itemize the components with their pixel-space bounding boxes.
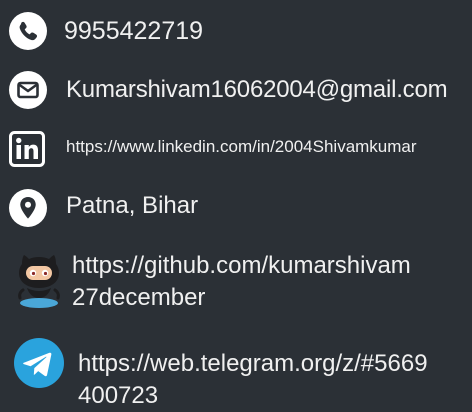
linkedin-icon xyxy=(9,131,45,167)
location-text: Patna, Bihar xyxy=(66,192,199,219)
telegram-icon xyxy=(13,337,65,389)
email-icon xyxy=(8,70,48,110)
linkedin-url[interactable]: https://www.linkedin.com/in/2004Shivamku… xyxy=(66,136,436,157)
email-row[interactable]: Kumarshivam16062004@gmail.com xyxy=(0,66,472,112)
location-pin-icon xyxy=(8,188,48,228)
github-octocat-icon xyxy=(13,246,65,310)
location-row[interactable]: Patna, Bihar xyxy=(0,186,472,230)
linkedin-row[interactable]: https://www.linkedin.com/in/2004Shivamku… xyxy=(0,128,472,182)
github-row[interactable]: https://github.com/kumarshivam27december xyxy=(0,240,472,316)
phone-row[interactable]: 9955422719 xyxy=(0,8,472,54)
telegram-row[interactable]: https://web.telegram.org/z/#5669400723 xyxy=(0,330,472,409)
github-url[interactable]: https://github.com/kumarshivam27december xyxy=(72,250,422,314)
contact-card: { "contacts": { "phone": { "value": "995… xyxy=(0,0,472,409)
phone-icon xyxy=(8,11,48,51)
email-address: Kumarshivam16062004@gmail.com xyxy=(66,76,448,103)
telegram-url[interactable]: https://web.telegram.org/z/#5669400723 xyxy=(78,348,438,412)
phone-number: 9955422719 xyxy=(64,17,204,45)
